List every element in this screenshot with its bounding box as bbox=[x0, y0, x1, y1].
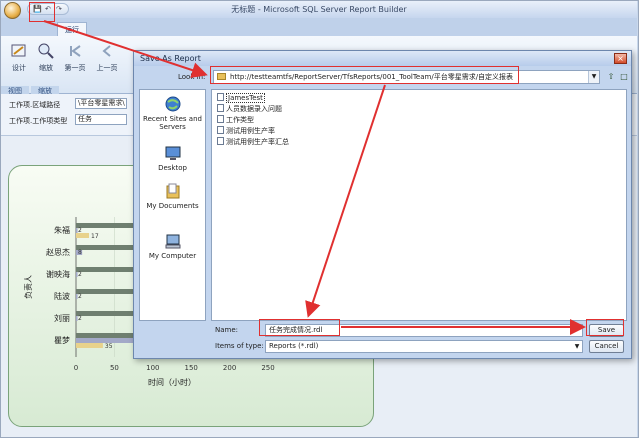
desktop-icon bbox=[164, 145, 182, 162]
first-page-label: 第一页 bbox=[64, 64, 86, 72]
list-item[interactable]: 测试用例生产率 bbox=[217, 126, 275, 136]
annotation-box-look-in bbox=[210, 66, 519, 84]
y-category-label: 陆波 bbox=[54, 291, 70, 301]
previous-page-icon bbox=[98, 42, 116, 60]
list-item[interactable]: JamesTest bbox=[217, 93, 265, 103]
title-bar: 无标题 - Microsoft SQL Server Report Builde… bbox=[1, 1, 637, 18]
report-file-icon bbox=[217, 93, 224, 101]
first-page-icon bbox=[66, 42, 84, 60]
magnifier-icon bbox=[37, 42, 55, 60]
file-name: 测试用例生产率 bbox=[226, 127, 275, 135]
design-icon bbox=[10, 42, 28, 60]
x-tick-label: 250 bbox=[261, 364, 274, 372]
chevron-down-icon[interactable]: ▼ bbox=[588, 71, 599, 83]
annotation-box-save-button bbox=[586, 319, 624, 336]
x-tick-label: 0 bbox=[74, 364, 78, 372]
data-label: 8 bbox=[78, 249, 82, 256]
previous-page-button[interactable]: 上一页 bbox=[95, 42, 119, 73]
x-tick-label: 200 bbox=[223, 364, 236, 372]
data-label: 35 bbox=[105, 343, 113, 350]
place-recent-label: Recent Sites and Servers bbox=[143, 115, 202, 131]
cancel-button[interactable]: Cancel bbox=[589, 340, 624, 353]
y-category-label: 朱福 bbox=[54, 225, 70, 235]
report-file-icon bbox=[217, 104, 224, 112]
items-of-type-select[interactable]: Reports (*.rdl) ▼ bbox=[265, 340, 583, 353]
previous-page-label: 上一页 bbox=[96, 64, 118, 72]
place-documents-label: My Documents bbox=[146, 202, 199, 210]
annotation-box-save-icon bbox=[29, 2, 55, 22]
tab-run[interactable]: 运行 bbox=[57, 22, 87, 36]
param1-label: 工作项.区域路径 bbox=[9, 101, 61, 109]
ribbon-tab-strip: 运行 bbox=[1, 18, 637, 36]
list-item[interactable]: 人员数据录入问题 bbox=[217, 104, 282, 114]
bar bbox=[76, 343, 103, 348]
data-label: 2 bbox=[78, 271, 82, 278]
window-title: 无标题 - Microsoft SQL Server Report Builde… bbox=[231, 5, 407, 14]
file-list: JamesTest 人员数据录入问题 工作类型 测试用例生产率 测试用例生产率汇… bbox=[211, 89, 627, 321]
group-zoom-label: 缩放 bbox=[31, 86, 59, 95]
name-label: Name: bbox=[215, 326, 239, 334]
list-item[interactable]: 工作类型 bbox=[217, 115, 254, 125]
y-category-label: 谢映海 bbox=[46, 269, 70, 279]
y-axis-title: 负责人 bbox=[23, 275, 33, 299]
param2-label: 工作项.工作项类型 bbox=[9, 117, 68, 125]
data-label: 2 bbox=[78, 227, 82, 234]
report-file-icon bbox=[217, 137, 224, 145]
first-page-button[interactable]: 第一页 bbox=[63, 42, 87, 73]
file-name: 工作类型 bbox=[226, 116, 254, 124]
data-label: 2 bbox=[78, 315, 82, 322]
save-as-dialog: Save As Report × Look in: http://testtea… bbox=[133, 50, 632, 359]
up-folder-icon[interactable]: ⇧ bbox=[605, 71, 617, 83]
places-bar: Recent Sites and Servers Desktop My Docu… bbox=[139, 89, 206, 321]
x-tick-label: 100 bbox=[146, 364, 159, 372]
place-desktop[interactable]: Desktop bbox=[140, 145, 205, 172]
report-file-icon bbox=[217, 115, 224, 123]
zoom-button[interactable]: 缩放 bbox=[35, 42, 57, 73]
zoom-label: 缩放 bbox=[39, 64, 53, 72]
items-of-type-label: Items of type: bbox=[215, 342, 264, 350]
file-name: 测试用例生产率汇总 bbox=[226, 138, 289, 146]
data-label: 17 bbox=[91, 233, 99, 240]
look-in-label: Look in: bbox=[178, 73, 206, 81]
documents-folder-icon bbox=[164, 183, 182, 200]
dialog-close-button[interactable]: × bbox=[614, 53, 627, 64]
x-tick-label: 50 bbox=[110, 364, 119, 372]
app-window: 无标题 - Microsoft SQL Server Report Builde… bbox=[0, 0, 639, 438]
param1-field[interactable]: \平台零星需求\ bbox=[75, 98, 127, 109]
y-category-label: 瞿梦 bbox=[54, 336, 70, 345]
file-name: JamesTest bbox=[226, 93, 265, 103]
computer-icon bbox=[164, 233, 182, 250]
place-computer-label: My Computer bbox=[148, 252, 197, 260]
new-folder-icon[interactable]: □ bbox=[618, 71, 630, 83]
report-file-icon bbox=[217, 126, 224, 134]
x-axis-title: 时间（小时） bbox=[148, 377, 196, 387]
globe-icon bbox=[164, 96, 182, 113]
design-label: 设计 bbox=[12, 64, 26, 72]
chevron-down-icon[interactable]: ▼ bbox=[572, 341, 582, 352]
design-button[interactable]: 设计 bbox=[7, 42, 31, 73]
annotation-box-file-name bbox=[259, 319, 340, 336]
place-my-computer[interactable]: My Computer bbox=[140, 233, 205, 260]
file-name: 人员数据录入问题 bbox=[226, 105, 282, 113]
place-my-documents[interactable]: My Documents bbox=[140, 183, 205, 210]
dialog-title: Save As Report bbox=[134, 51, 631, 66]
data-label: 2 bbox=[78, 293, 82, 300]
param2-field[interactable]: 任务 bbox=[75, 114, 127, 125]
redo-icon[interactable]: ↷ bbox=[56, 5, 62, 13]
x-tick-label: 150 bbox=[185, 364, 198, 372]
place-recent-sites[interactable]: Recent Sites and Servers bbox=[140, 96, 205, 131]
list-item[interactable]: 测试用例生产率汇总 bbox=[217, 137, 289, 147]
group-view-label: 视图 bbox=[1, 86, 29, 95]
y-category-label: 赵思杰 bbox=[46, 247, 70, 257]
office-orb-button[interactable] bbox=[4, 2, 21, 19]
y-category-label: 刘丽 bbox=[54, 313, 70, 323]
place-desktop-label: Desktop bbox=[158, 164, 187, 172]
items-of-type-value: Reports (*.rdl) bbox=[269, 342, 319, 350]
